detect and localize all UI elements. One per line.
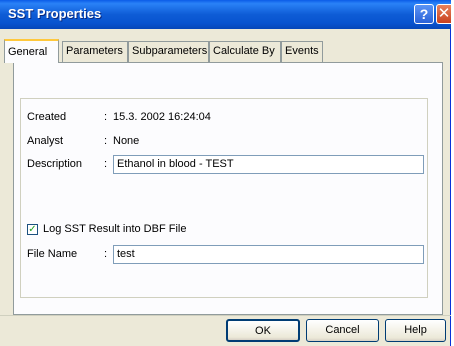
- ok-button[interactable]: OK: [226, 319, 300, 342]
- group-box: [20, 98, 428, 298]
- description-field[interactable]: Ethanol in blood - TEST: [113, 155, 424, 174]
- file-name-field[interactable]: test: [113, 245, 424, 264]
- cancel-button[interactable]: Cancel: [306, 319, 379, 342]
- created-label: Created: [27, 111, 67, 123]
- description-label: Description: [27, 158, 83, 170]
- description-separator: :: [104, 158, 108, 170]
- tab-parameters[interactable]: Parameters: [62, 41, 128, 62]
- tab-calculate-by[interactable]: Calculate By: [209, 41, 281, 62]
- tab-general[interactable]: General: [4, 39, 59, 63]
- tab-events[interactable]: Events: [281, 41, 323, 62]
- analyst-value: None: [113, 135, 140, 147]
- title-bar[interactable]: SST Properties ? ✕: [0, 0, 451, 29]
- divider: [0, 315, 451, 316]
- tab-subparameters[interactable]: Subparameters: [128, 41, 209, 62]
- file-name-separator: :: [104, 248, 108, 260]
- log-sst-checkbox[interactable]: ✓: [27, 224, 38, 235]
- created-value: 15.3. 2002 16:24:04: [113, 111, 211, 123]
- analyst-separator: :: [104, 135, 108, 147]
- analyst-label: Analyst: [27, 135, 64, 147]
- window-title: SST Properties: [8, 6, 102, 21]
- file-name-label: File Name: [27, 248, 78, 260]
- close-icon[interactable]: ✕: [436, 4, 451, 24]
- created-separator: :: [104, 111, 108, 123]
- help-icon[interactable]: ?: [414, 4, 434, 24]
- help-button[interactable]: Help: [385, 319, 446, 342]
- log-sst-checkbox-label[interactable]: Log SST Result into DBF File: [43, 223, 186, 235]
- dialog-window: SST Properties ? ✕ General Parameters Su…: [0, 0, 451, 346]
